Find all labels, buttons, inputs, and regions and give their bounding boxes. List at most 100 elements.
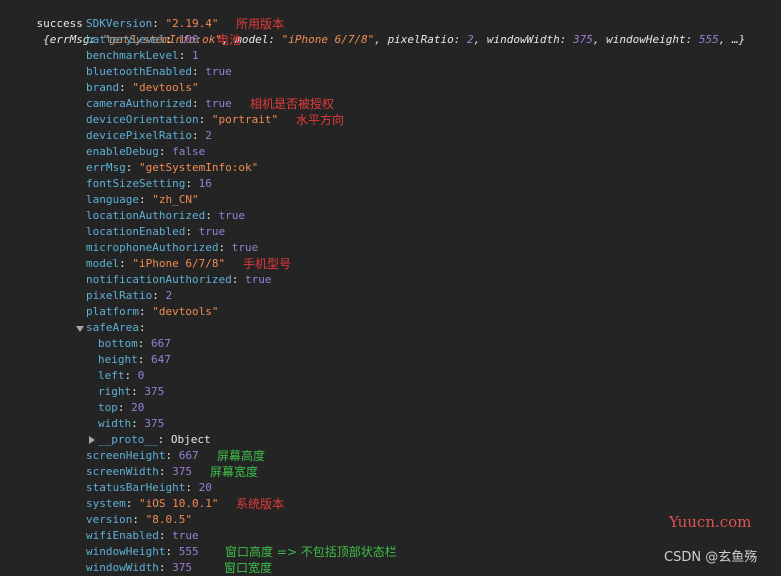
property-value: "zh_CN" xyxy=(152,193,199,206)
property-row-screenHeight: screenHeight: 667 xyxy=(86,449,199,462)
property-row-bottom: bottom: 667 xyxy=(98,337,171,350)
property-value: 667 xyxy=(178,449,199,462)
summary-value: "iPhone 6/7/8" xyxy=(281,33,375,46)
property-value: 375 xyxy=(144,417,165,430)
property-row-left: left: 0 xyxy=(98,369,145,382)
property-value: 667 xyxy=(151,337,171,350)
annotation-note: 屏幕高度 xyxy=(217,449,266,463)
summary-key: pixelRatio xyxy=(387,33,454,46)
summary-ellipsis: , …} xyxy=(718,33,746,46)
property-row-proto[interactable]: __proto__: Object xyxy=(98,432,211,448)
annotation-note: 窗口高度 => 不包括顶部状态栏 xyxy=(225,545,397,559)
property-key: SDKVersion xyxy=(86,17,153,30)
property-key: batteryLevel xyxy=(86,33,166,46)
property-key: model xyxy=(86,257,120,270)
annotation-note: 水平方向 xyxy=(296,113,345,127)
property-key: windowHeight xyxy=(86,545,166,558)
property-key: right xyxy=(98,385,132,398)
property-row-version: version: "8.0.5" xyxy=(86,513,192,526)
property-value: "portrait" xyxy=(211,113,279,126)
property-row-microphoneAuthorized: microphoneAuthorized: true xyxy=(86,241,259,254)
devtools-console: success {errMsg: "getSystemInfo:ok", mod… xyxy=(0,0,781,576)
property-key: enableDebug xyxy=(86,145,159,158)
property-key: safeArea xyxy=(86,321,139,334)
property-value: Object xyxy=(170,433,211,446)
site-watermark: Yuucn.com xyxy=(669,513,752,531)
property-key: version xyxy=(86,513,133,526)
property-value: 0 xyxy=(137,369,145,382)
property-value: "getSystemInfo:ok" xyxy=(139,161,259,174)
property-key: width xyxy=(98,417,132,430)
property-value: "iPhone 6/7/8" xyxy=(132,257,226,270)
property-value: "8.0.5" xyxy=(145,513,192,526)
property-key: windowWidth xyxy=(86,561,159,574)
property-key: screenHeight xyxy=(86,449,166,462)
property-key: deviceOrientation xyxy=(86,113,199,126)
property-key: notificationAuthorized xyxy=(86,273,232,286)
property-value: 1 xyxy=(191,49,199,62)
property-key: bluetoothEnabled xyxy=(86,65,192,78)
property-row-enableDebug: enableDebug: false xyxy=(86,145,206,158)
annotation-note: 屏幕宽度 xyxy=(210,465,259,479)
property-value: 16 xyxy=(198,177,212,190)
property-key: errMsg xyxy=(86,161,126,174)
property-row-locationEnabled: locationEnabled: true xyxy=(86,225,226,238)
property-row-statusBarHeight: statusBarHeight: 20 xyxy=(86,481,212,494)
property-value: 20 xyxy=(198,481,212,494)
log-label: success xyxy=(36,17,83,30)
property-value: 375 xyxy=(172,561,192,574)
property-value: true xyxy=(244,273,272,286)
property-key: locationAuthorized xyxy=(86,209,206,222)
property-key: cameraAuthorized xyxy=(86,97,192,110)
property-value: true xyxy=(205,97,232,110)
summary-key: windowHeight xyxy=(606,33,686,46)
property-key: devicePixelRatio xyxy=(86,129,192,142)
property-value: 555 xyxy=(178,545,199,558)
property-row-batteryLevel: batteryLevel: 100 xyxy=(86,33,199,46)
collapse-triangle-icon[interactable] xyxy=(89,436,95,444)
property-value: "2.19.4" xyxy=(165,17,219,30)
property-value: 2 xyxy=(165,289,173,302)
property-row-pixelRatio: pixelRatio: 2 xyxy=(86,289,173,302)
property-row-windowWidth: windowWidth: 375 xyxy=(86,561,192,574)
property-key: screenWidth xyxy=(86,465,159,478)
property-key: platform xyxy=(86,305,139,318)
log-summary-line[interactable]: success {errMsg: "getSystemInfo:ok", mod… xyxy=(10,0,746,46)
property-row-height: height: 647 xyxy=(98,353,171,366)
property-key: wifiEnabled xyxy=(86,529,159,542)
property-row-locationAuthorized: locationAuthorized: true xyxy=(86,209,245,222)
property-key: system xyxy=(86,497,126,510)
property-value: true xyxy=(198,225,226,238)
property-key: top xyxy=(98,401,118,414)
property-value: 647 xyxy=(151,353,171,366)
property-value: false xyxy=(172,145,206,158)
property-row-model: model: "iPhone 6/7/8" xyxy=(86,257,226,270)
annotation-note: 电池 xyxy=(217,33,242,47)
property-key: brand xyxy=(86,81,120,94)
property-row-fontSizeSetting: fontSizeSetting: 16 xyxy=(86,177,212,190)
property-key: fontSizeSetting xyxy=(86,177,186,190)
csdn-watermark: CSDN @玄鱼殇 xyxy=(664,550,758,565)
expand-triangle-icon[interactable] xyxy=(76,326,84,332)
property-key: microphoneAuthorized xyxy=(86,241,219,254)
property-row-platform: platform: "devtools" xyxy=(86,305,219,318)
property-key: pixelRatio xyxy=(86,289,153,302)
property-key: left xyxy=(98,369,125,382)
property-key: benchmarkLevel xyxy=(86,49,179,62)
annotation-note: 窗口宽度 xyxy=(224,561,273,575)
property-value: 2 xyxy=(205,129,212,142)
property-row-safeArea[interactable]: safeArea: xyxy=(86,320,152,336)
summary-key: windowWidth xyxy=(486,33,560,46)
property-value: "devtools" xyxy=(132,81,199,94)
property-row-language: language: "zh_CN" xyxy=(86,193,199,206)
property-value: 20 xyxy=(131,401,145,414)
annotation-note: 系统版本 xyxy=(236,497,285,511)
property-row-width: width: 375 xyxy=(98,417,165,430)
summary-value: 2 xyxy=(467,33,474,46)
summary-value: 375 xyxy=(573,33,593,46)
property-key: height xyxy=(98,353,138,366)
summary-key: errMsg xyxy=(49,33,90,46)
property-key: __proto__ xyxy=(98,433,158,446)
property-key: statusBarHeight xyxy=(86,481,186,494)
summary-value: 555 xyxy=(698,33,719,46)
